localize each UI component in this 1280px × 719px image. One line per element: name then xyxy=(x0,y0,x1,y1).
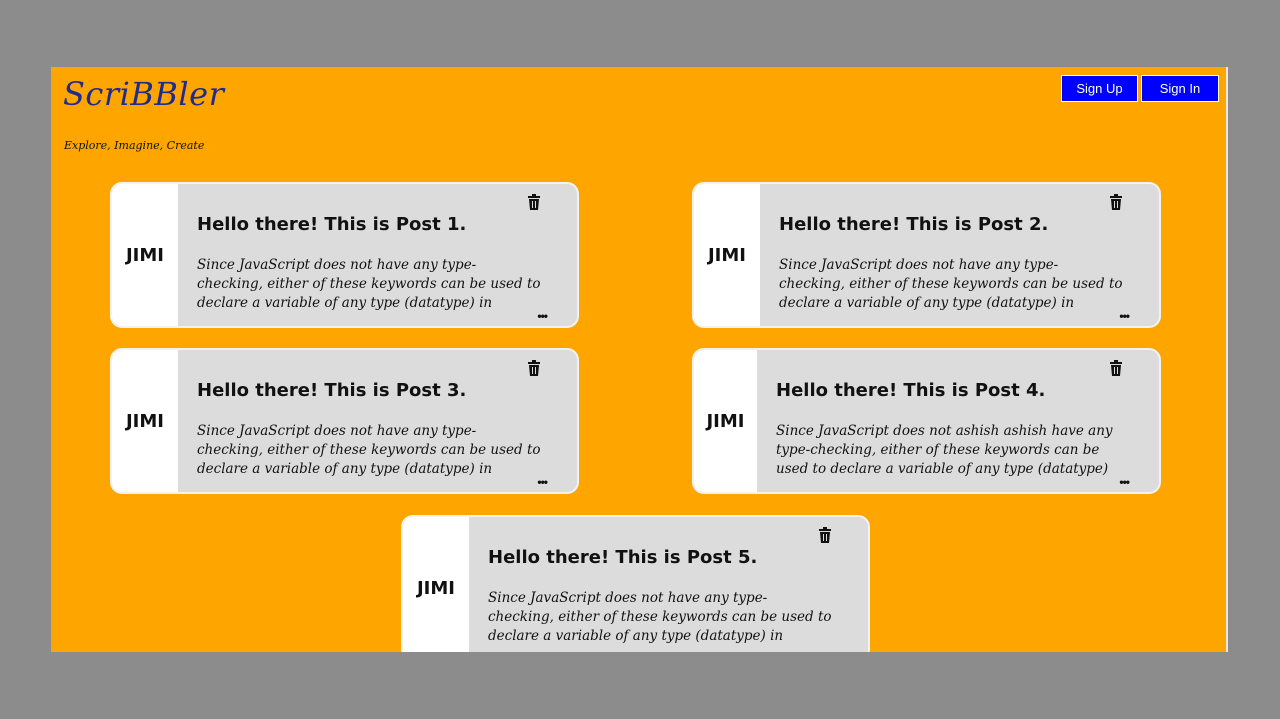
sign-in-button[interactable]: Sign In xyxy=(1141,75,1219,102)
post-author: JIMI xyxy=(112,350,178,492)
delete-icon[interactable] xyxy=(527,194,541,210)
post-author: JIMI xyxy=(403,517,469,652)
delete-icon[interactable] xyxy=(818,527,832,543)
delete-icon[interactable] xyxy=(527,360,541,376)
post-body: Since JavaScript does not have any type-… xyxy=(197,257,541,311)
more-options-icon[interactable]: ••• xyxy=(537,476,548,488)
delete-icon[interactable] xyxy=(1109,360,1123,376)
post-card[interactable]: JIMI Hello there! This is Post 4. Since … xyxy=(692,348,1161,494)
tagline: Explore, Imagine, Create xyxy=(64,139,205,152)
post-author: JIMI xyxy=(112,184,178,326)
more-options-icon[interactable]: ••• xyxy=(1119,310,1130,322)
post-body: Since JavaScript does not have any type-… xyxy=(779,257,1123,311)
post-author: JIMI xyxy=(694,184,760,326)
post-card[interactable]: JIMI Hello there! This is Post 1. Since … xyxy=(110,182,579,328)
post-title: Hello there! This is Post 2. xyxy=(779,214,1049,235)
post-card[interactable]: JIMI Hello there! This is Post 2. Since … xyxy=(692,182,1161,328)
more-options-icon[interactable]: ••• xyxy=(537,310,548,322)
more-options-icon[interactable]: ••• xyxy=(1119,476,1130,488)
post-card[interactable]: JIMI Hello there! This is Post 5. Since … xyxy=(401,515,870,652)
post-title: Hello there! This is Post 3. xyxy=(197,380,467,401)
app-viewport: ScriBBler Explore, Imagine, Create Sign … xyxy=(51,67,1228,652)
post-author: JIMI xyxy=(694,350,757,492)
post-body: Since JavaScript does not have any type-… xyxy=(197,423,541,477)
delete-icon[interactable] xyxy=(1109,194,1123,210)
post-body: Since JavaScript does not have any type-… xyxy=(488,590,832,644)
post-title: Hello there! This is Post 1. xyxy=(197,214,467,235)
app-logo[interactable]: ScriBBler xyxy=(63,75,224,113)
post-title: Hello there! This is Post 4. xyxy=(776,380,1046,401)
post-title: Hello there! This is Post 5. xyxy=(488,547,758,568)
post-card[interactable]: JIMI Hello there! This is Post 3. Since … xyxy=(110,348,579,494)
post-body: Since JavaScript does not ashish ashish … xyxy=(776,423,1113,477)
sign-up-button[interactable]: Sign Up xyxy=(1061,75,1138,102)
